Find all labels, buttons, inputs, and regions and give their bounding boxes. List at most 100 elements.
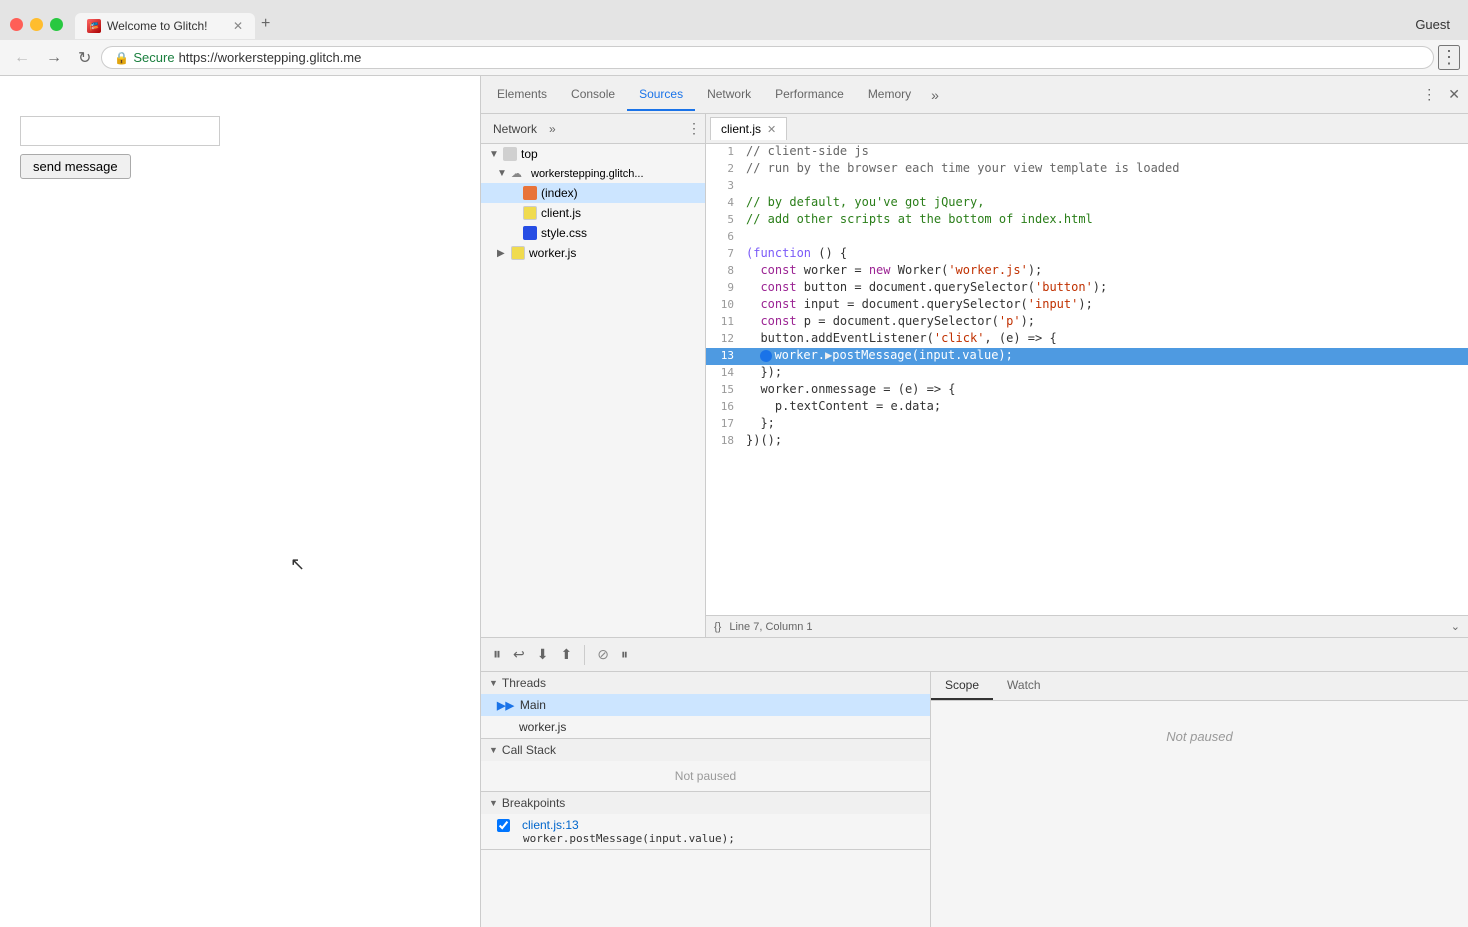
- file-panel-tabs: Network » ⋮: [481, 114, 705, 144]
- line-num-1: 1: [706, 144, 742, 161]
- devtools-menu-button[interactable]: ⋮: [1418, 82, 1440, 107]
- message-form: send message: [20, 116, 460, 179]
- debug-right-panel: Scope Watch Not paused: [931, 672, 1468, 927]
- title-bar: 🎏 Welcome to Glitch! ✕ + Guest: [0, 0, 1468, 40]
- scope-tab[interactable]: Scope: [931, 672, 993, 700]
- tree-item-top[interactable]: ▼ top: [481, 144, 705, 164]
- website-area: send message ↖: [0, 76, 480, 927]
- breakpoint-checkbox-1[interactable]: [497, 819, 510, 832]
- line-num-11: 11: [706, 314, 742, 331]
- threads-section-header[interactable]: ▼ Threads: [481, 672, 930, 694]
- reload-button[interactable]: ↻: [72, 44, 97, 72]
- code-line-14: 14 });: [706, 365, 1468, 382]
- tree-item-workerstepping[interactable]: ▼ ☁ workerstepping.glitch...: [481, 164, 705, 183]
- file-panel-tab-network[interactable]: Network: [485, 118, 545, 140]
- maximize-button[interactable]: [50, 18, 63, 31]
- line-content-3: [742, 178, 1468, 195]
- line-content-13: worker.▶postMessage(input.value);: [742, 348, 1468, 365]
- close-button[interactable]: [10, 18, 23, 31]
- code-line-6: 6: [706, 229, 1468, 246]
- file-panel: Network » ⋮ ▼ top ▼ ☁ workersteppi: [481, 114, 706, 637]
- forward-button[interactable]: →: [40, 45, 68, 71]
- debug-step-out-button[interactable]: ⬆: [556, 642, 576, 667]
- editor-tab-close-button[interactable]: ✕: [767, 123, 776, 136]
- debug-deactivate-button[interactable]: ⊘: [593, 642, 613, 667]
- send-message-button[interactable]: send message: [20, 154, 131, 179]
- editor-tab-clientjs[interactable]: client.js ✕: [710, 117, 787, 140]
- traffic-lights: [10, 18, 63, 31]
- line-num-8: 8: [706, 263, 742, 280]
- line-content-11: const p = document.querySelector('p');: [742, 314, 1468, 331]
- code-line-8: 8 const worker = new Worker('worker.js')…: [706, 263, 1468, 280]
- tab-title: Welcome to Glitch!: [107, 19, 207, 33]
- thread-item-workerjs[interactable]: worker.js: [481, 716, 930, 738]
- tree-item-workerjs[interactable]: ▶ worker.js: [481, 243, 705, 263]
- browser-tab[interactable]: 🎏 Welcome to Glitch! ✕: [75, 13, 255, 39]
- line-content-16: p.textContent = e.data;: [742, 399, 1468, 416]
- threads-section: ▼ Threads ▶▶ Main worker.js: [481, 672, 930, 739]
- code-line-7: 7 (function () {: [706, 246, 1468, 263]
- tree-item-stylecss[interactable]: style.css: [481, 223, 705, 243]
- tab-console[interactable]: Console: [559, 79, 627, 111]
- file-tree: ▼ top ▼ ☁ workerstepping.glitch...: [481, 144, 705, 637]
- back-button[interactable]: ←: [8, 45, 36, 71]
- status-position: Line 7, Column 1: [729, 621, 812, 633]
- file-panel-menu-button[interactable]: ⋮: [687, 120, 701, 137]
- thread-item-main[interactable]: ▶▶ Main: [481, 694, 930, 716]
- code-editor-area[interactable]: 1 // client-side js 2 // run by the brow…: [706, 144, 1468, 615]
- url-display: https://workerstepping.glitch.me: [179, 50, 362, 65]
- call-stack-header[interactable]: ▼ Call Stack: [481, 739, 930, 761]
- devtools-close-button[interactable]: ✕: [1444, 82, 1464, 107]
- minimize-button[interactable]: [30, 18, 43, 31]
- line-content-7: (function () {: [742, 246, 1468, 263]
- tree-label-workerstepping: workerstepping.glitch...: [531, 168, 644, 180]
- code-line-4: 4 // by default, you've got jQuery,: [706, 195, 1468, 212]
- debug-step-over-button[interactable]: ↩: [509, 642, 529, 667]
- tab-performance[interactable]: Performance: [763, 79, 856, 111]
- editor-tab-bar: client.js ✕: [706, 114, 1468, 144]
- line-num-6: 6: [706, 229, 742, 246]
- debug-step-into-button[interactable]: ⬇: [533, 642, 553, 667]
- tree-item-index[interactable]: (index): [481, 183, 705, 203]
- line-content-6: [742, 229, 1468, 246]
- tab-network[interactable]: Network: [695, 79, 763, 111]
- tab-sources[interactable]: Sources: [627, 79, 695, 111]
- folder-icon-top: [503, 147, 517, 161]
- line-content-17: };: [742, 416, 1468, 433]
- line-num-15: 15: [706, 382, 742, 399]
- debug-pause-exceptions-button[interactable]: ⏸: [617, 642, 632, 667]
- watch-tab[interactable]: Watch: [993, 672, 1055, 700]
- thread-workerjs-label: worker.js: [519, 720, 566, 734]
- line-content-14: });: [742, 365, 1468, 382]
- debug-pause-button[interactable]: ⏸: [489, 642, 505, 668]
- address-bar[interactable]: 🔒 Secure https://workerstepping.glitch.m…: [101, 46, 1434, 69]
- line-num-3: 3: [706, 178, 742, 195]
- file-panel-more-button[interactable]: »: [549, 122, 556, 136]
- breakpoints-section-header[interactable]: ▼ Breakpoints: [481, 792, 930, 814]
- new-tab-button[interactable]: +: [255, 9, 276, 39]
- message-input[interactable]: [20, 116, 220, 146]
- html-icon: [523, 186, 537, 200]
- status-expand-button[interactable]: ⌄: [1451, 620, 1460, 633]
- devtools-more-tabs[interactable]: »: [923, 81, 947, 109]
- editor-tab-label: client.js: [721, 122, 761, 136]
- debug-left-panel: ▼ Threads ▶▶ Main worker.js: [481, 672, 931, 927]
- line-num-2: 2: [706, 161, 742, 178]
- tab-bar: 🎏 Welcome to Glitch! ✕ +: [75, 9, 1415, 39]
- tab-elements[interactable]: Elements: [485, 79, 559, 111]
- line-num-4: 4: [706, 195, 742, 212]
- code-line-9: 9 const button = document.querySelector(…: [706, 280, 1468, 297]
- browser-chrome: 🎏 Welcome to Glitch! ✕ + Guest ← → ↻ 🔒 S…: [0, 0, 1468, 76]
- tab-memory[interactable]: Memory: [856, 79, 923, 111]
- breakpoint-row[interactable]: client.js:13: [497, 818, 914, 832]
- line-content-9: const button = document.querySelector('b…: [742, 280, 1468, 297]
- code-line-17: 17 };: [706, 416, 1468, 433]
- more-options-button[interactable]: ⋮: [1438, 45, 1460, 70]
- debug-right-content: Not paused: [931, 701, 1468, 772]
- tree-item-clientjs[interactable]: client.js: [481, 203, 705, 223]
- debug-right-tabs: Scope Watch: [931, 672, 1468, 701]
- code-line-10: 10 const input = document.querySelector(…: [706, 297, 1468, 314]
- tab-close-button[interactable]: ✕: [233, 19, 243, 33]
- call-stack-not-paused: Not paused: [481, 761, 930, 791]
- line-content-8: const worker = new Worker('worker.js');: [742, 263, 1468, 280]
